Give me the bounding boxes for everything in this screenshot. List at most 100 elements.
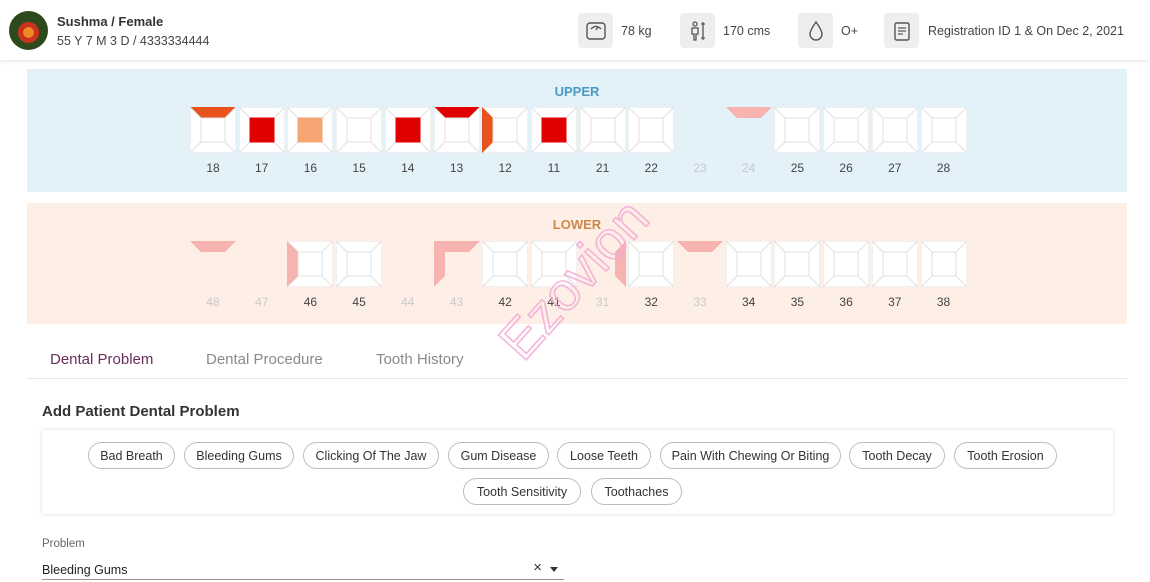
- tooth-27[interactable]: 27: [871, 107, 918, 175]
- tooth-44[interactable]: 44: [385, 241, 431, 309]
- tooth-diagram-icon: [482, 241, 529, 287]
- tooth-diagram-icon: [384, 107, 431, 153]
- chip-tooth-decay[interactable]: Tooth Decay: [849, 442, 945, 469]
- chip-tooth-erosion[interactable]: Tooth Erosion: [954, 442, 1057, 469]
- tooth-22[interactable]: 22: [628, 107, 675, 175]
- tab-dental-procedure[interactable]: Dental Procedure: [206, 351, 323, 368]
- tooth-number: 38: [936, 295, 951, 309]
- tooth-diagram-icon: [823, 241, 870, 287]
- tooth-15[interactable]: 15: [336, 107, 383, 175]
- tooth-surface-center: [492, 251, 518, 277]
- tooth-number: 34: [742, 295, 756, 309]
- tooth-diagram-icon: [190, 107, 236, 153]
- tooth-surface-center: [541, 251, 567, 277]
- tooth-36[interactable]: 36: [823, 241, 870, 309]
- tab-dental-problem[interactable]: Dental Problem: [50, 351, 153, 368]
- chip-clicking-of-the-jaw[interactable]: Clicking Of The Jaw: [303, 442, 439, 469]
- tooth-number: 28: [936, 161, 951, 175]
- tooth-14[interactable]: 14: [384, 107, 431, 175]
- tooth-28[interactable]: 28: [920, 107, 967, 175]
- tooth-surface-center: [931, 251, 956, 277]
- tooth-48[interactable]: 48: [190, 241, 236, 309]
- chip-toothaches[interactable]: Toothaches: [591, 478, 682, 505]
- tooth-35[interactable]: 35: [774, 241, 821, 309]
- tooth-11[interactable]: 11: [530, 107, 577, 175]
- tooth-surface-center: [297, 251, 323, 277]
- tooth-23[interactable]: 23: [677, 107, 723, 175]
- tooth-surface-center: [395, 117, 421, 143]
- tooth-43[interactable]: 43: [433, 241, 480, 309]
- tooth-16[interactable]: 16: [287, 107, 334, 175]
- tooth-18[interactable]: 18: [190, 107, 236, 175]
- tooth-42[interactable]: 42: [482, 241, 529, 309]
- tooth-surface-center: [882, 117, 908, 143]
- tooth-surface-center: [638, 117, 664, 143]
- tooth-26[interactable]: 26: [823, 107, 870, 175]
- tooth-diagram-icon: [287, 241, 334, 287]
- tooth-surface-center: [882, 251, 908, 277]
- tooth-diagram-icon: [239, 241, 285, 287]
- chip-pain-with-chewing[interactable]: Pain With Chewing Or Biting: [660, 442, 841, 469]
- clear-icon[interactable]: ×: [533, 559, 542, 576]
- chip-bleeding-gums[interactable]: Bleeding Gums: [184, 442, 294, 469]
- tooth-diagram-icon: [579, 107, 626, 153]
- chip-loose-teeth[interactable]: Loose Teeth: [557, 442, 651, 469]
- tooth-surface-center: [396, 252, 420, 276]
- tooth-31[interactable]: 31: [580, 241, 626, 309]
- tooth-45[interactable]: 45: [336, 241, 383, 309]
- tooth-number: 32: [644, 295, 658, 309]
- tooth-47[interactable]: 47: [239, 241, 285, 309]
- patient-avatar: [9, 11, 48, 50]
- tooth-surface-center: [346, 117, 372, 143]
- tooth-diagram-icon: [677, 107, 723, 153]
- tooth-diagram-icon: [482, 107, 529, 153]
- tooth-13[interactable]: 13: [433, 107, 480, 175]
- tooth-34[interactable]: 34: [725, 241, 772, 309]
- tooth-diagram-icon: [725, 241, 772, 287]
- tooth-37[interactable]: 37: [871, 241, 918, 309]
- tooth-number: 33: [693, 295, 707, 309]
- tooth-25[interactable]: 25: [774, 107, 821, 175]
- tooth-number: 21: [595, 161, 610, 175]
- tooth-diagram-icon: [920, 241, 967, 287]
- tab-tooth-history[interactable]: Tooth History: [376, 351, 464, 368]
- tooth-41[interactable]: 41: [530, 241, 577, 309]
- tooth-number: 26: [839, 161, 853, 175]
- chip-tooth-sensitivity[interactable]: Tooth Sensitivity: [463, 478, 581, 505]
- chip-gum-disease[interactable]: Gum Disease: [448, 442, 549, 469]
- tooth-diagram-icon: [774, 241, 821, 287]
- tooth-number: 43: [449, 295, 464, 309]
- blood-drop-icon: [798, 13, 833, 48]
- tooth-38[interactable]: 38: [920, 241, 967, 309]
- chevron-down-icon[interactable]: [550, 567, 558, 572]
- patient-header: Sushma / Female 55 Y 7 M 3 D / 433333444…: [0, 0, 1150, 60]
- tooth-number: 31: [595, 295, 610, 309]
- lower-teeth-panel: LOWER 48 47 46 45 44 43 42 41 31 32 33 34 35 36 37 38: [27, 203, 1127, 324]
- tooth-diagram-icon: [336, 241, 383, 287]
- tooth-number: 23: [693, 161, 707, 175]
- section-title: Add Patient Dental Problem: [42, 403, 240, 420]
- problem-select-value: Bleeding Gums: [42, 563, 128, 577]
- tooth-24[interactable]: 24: [725, 107, 772, 175]
- patient-age-phone: 55 Y 7 M 3 D / 4333334444: [57, 34, 210, 48]
- tooth-12[interactable]: 12: [482, 107, 529, 175]
- tooth-number: 13: [449, 161, 464, 175]
- tooth-surface-center: [784, 251, 810, 277]
- tooth-number: 27: [888, 161, 902, 175]
- tooth-surface-center: [541, 117, 567, 143]
- tooth-33[interactable]: 33: [677, 241, 723, 309]
- tooth-diagram-icon: [628, 107, 675, 153]
- tooth-surface-center: [784, 117, 810, 143]
- tooth-32[interactable]: 32: [628, 241, 675, 309]
- lower-title: LOWER: [552, 217, 602, 232]
- problem-select[interactable]: Bleeding Gums ×: [42, 558, 564, 580]
- tooth-surface-center: [250, 252, 274, 276]
- tooth-21[interactable]: 21: [579, 107, 626, 175]
- chip-bad-breath[interactable]: Bad Breath: [88, 442, 175, 469]
- tooth-46[interactable]: 46: [287, 241, 334, 309]
- tooth-diagram-icon: [677, 241, 723, 252]
- tooth-17[interactable]: 17: [238, 107, 285, 175]
- patient-name-gender: Sushma / Female: [57, 14, 164, 29]
- tooth-diagram-icon: [725, 107, 772, 118]
- tooth-diagram-icon: [530, 241, 577, 287]
